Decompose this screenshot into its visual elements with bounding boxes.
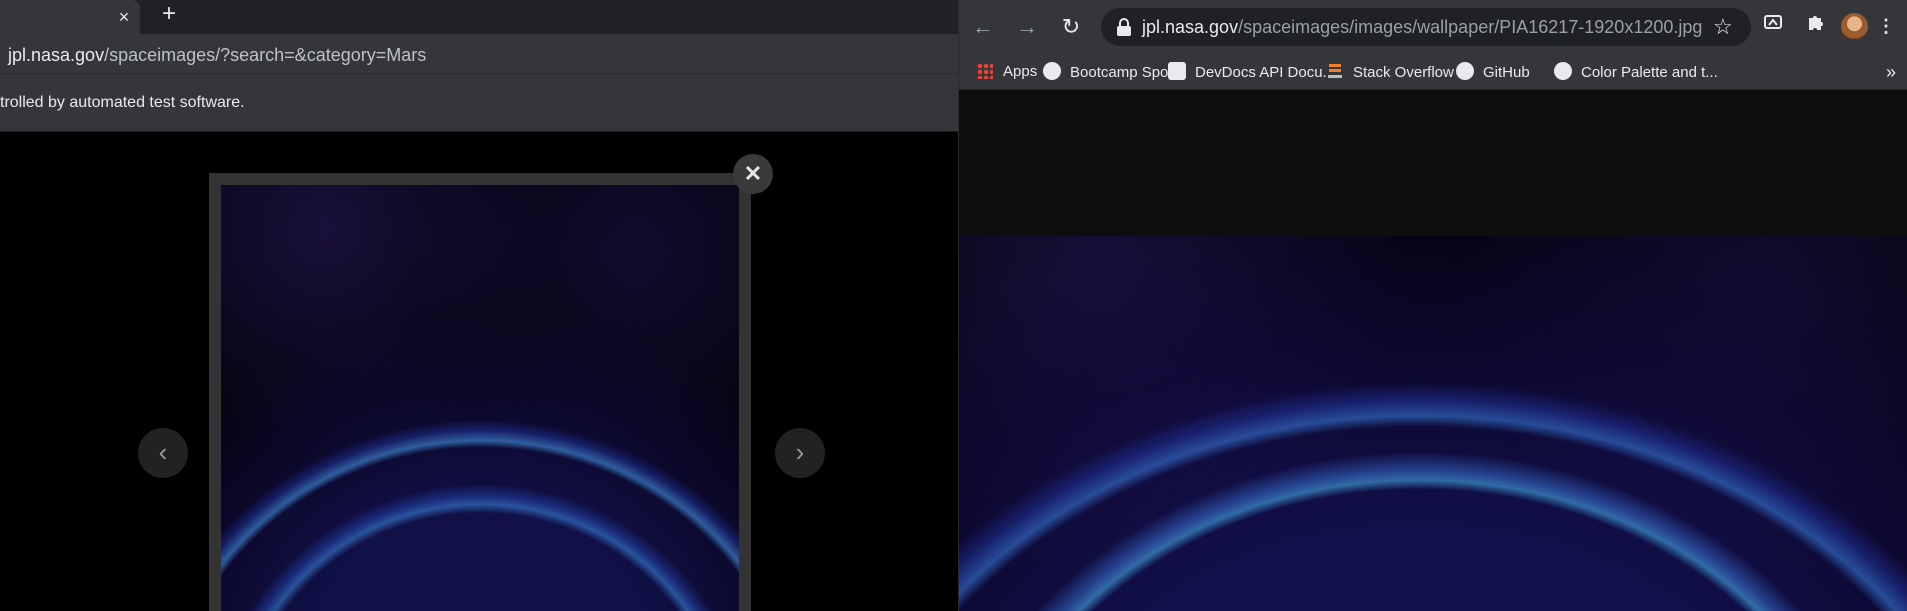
lock-icon[interactable]: [1117, 18, 1131, 36]
back-arrow-icon[interactable]: ←: [969, 13, 997, 41]
active-tab[interactable]: ×: [0, 0, 140, 34]
bookmark-label: GitHub: [1483, 64, 1530, 81]
github-icon: [1456, 62, 1474, 80]
automation-infobar: trolled by automated test software.: [0, 74, 958, 132]
bookmarks-bar: Apps Bootcamp Spot DevDocs API Docu... S…: [959, 54, 1907, 90]
image-lightbox: [209, 173, 751, 611]
url-text[interactable]: jpl.nasa.gov/spaceimages/images/wallpape…: [1142, 17, 1702, 38]
tab-close-icon[interactable]: ×: [113, 6, 135, 28]
url-host: jpl.nasa.gov: [1142, 17, 1239, 37]
bookmark-stack-overflow[interactable]: Stack Overflow: [1326, 62, 1454, 82]
kebab-menu-icon[interactable]: ⋮: [1872, 12, 1900, 40]
bookmark-color-palette[interactable]: Color Palette and t...: [1554, 62, 1718, 82]
url-path: /spaceimages/?search=&category=Mars: [104, 45, 427, 65]
page-content: [959, 90, 1907, 611]
bookmarks-overflow-icon[interactable]: »: [1886, 62, 1896, 82]
left-browser-window: × + jpl.nasa.gov/spaceimages/?search=&ca…: [0, 0, 958, 611]
reload-icon[interactable]: ↻: [1057, 13, 1085, 41]
stackoverflow-icon: [1326, 62, 1344, 80]
bookmark-devdocs[interactable]: DevDocs API Docu...: [1168, 62, 1335, 82]
forward-arrow-icon[interactable]: →: [1013, 13, 1041, 41]
right-browser-window: ← → ↻ jpl.nasa.gov/spaceimages/images/wa…: [958, 0, 1907, 611]
bookmark-label: Color Palette and t...: [1581, 64, 1718, 81]
bookmark-label: DevDocs API Docu...: [1195, 64, 1336, 81]
page-content: [0, 132, 958, 611]
globe-icon: [1554, 62, 1572, 80]
tab-strip: × +: [0, 0, 958, 34]
profile-avatar[interactable]: [1841, 13, 1868, 40]
url-host: jpl.nasa.gov: [8, 45, 105, 65]
bookmark-label: Stack Overflow: [1353, 64, 1454, 81]
address-bar[interactable]: jpl.nasa.gov/spaceimages/?search=&catego…: [0, 34, 958, 74]
extension-icon[interactable]: [1759, 12, 1787, 40]
bookmark-bootcamp-spot[interactable]: Bootcamp Spot: [1043, 62, 1173, 82]
infobar-text: trolled by automated test software.: [0, 94, 245, 111]
bookmark-label: Apps: [1003, 63, 1038, 80]
bookmark-label: Bootcamp Spot: [1070, 64, 1173, 81]
new-tab-button[interactable]: +: [157, 2, 181, 26]
url-text[interactable]: jpl.nasa.gov/spaceimages/?search=&catego…: [8, 45, 426, 66]
bookmark-apps[interactable]: Apps: [977, 62, 1037, 82]
prev-image-button[interactable]: ‹: [138, 428, 188, 478]
devdocs-icon: [1168, 62, 1186, 80]
wallpaper-image: [959, 236, 1907, 611]
bookmark-github[interactable]: GitHub: [1456, 62, 1530, 82]
bookmark-star-icon[interactable]: ☆: [1713, 14, 1733, 40]
omnibox[interactable]: jpl.nasa.gov/spaceimages/images/wallpape…: [1101, 8, 1751, 46]
url-path: /spaceimages/images/wallpaper/PIA16217-1…: [1238, 17, 1703, 37]
toolbar: ← → ↻ jpl.nasa.gov/spaceimages/images/wa…: [959, 0, 1907, 54]
apps-grid-icon: [977, 63, 993, 79]
next-image-button[interactable]: ›: [775, 428, 825, 478]
lightbox-image: [221, 185, 739, 611]
globe-icon: [1043, 62, 1061, 80]
lightbox-close-icon[interactable]: ✕: [733, 154, 773, 194]
puzzle-extensions-icon[interactable]: [1801, 12, 1829, 40]
